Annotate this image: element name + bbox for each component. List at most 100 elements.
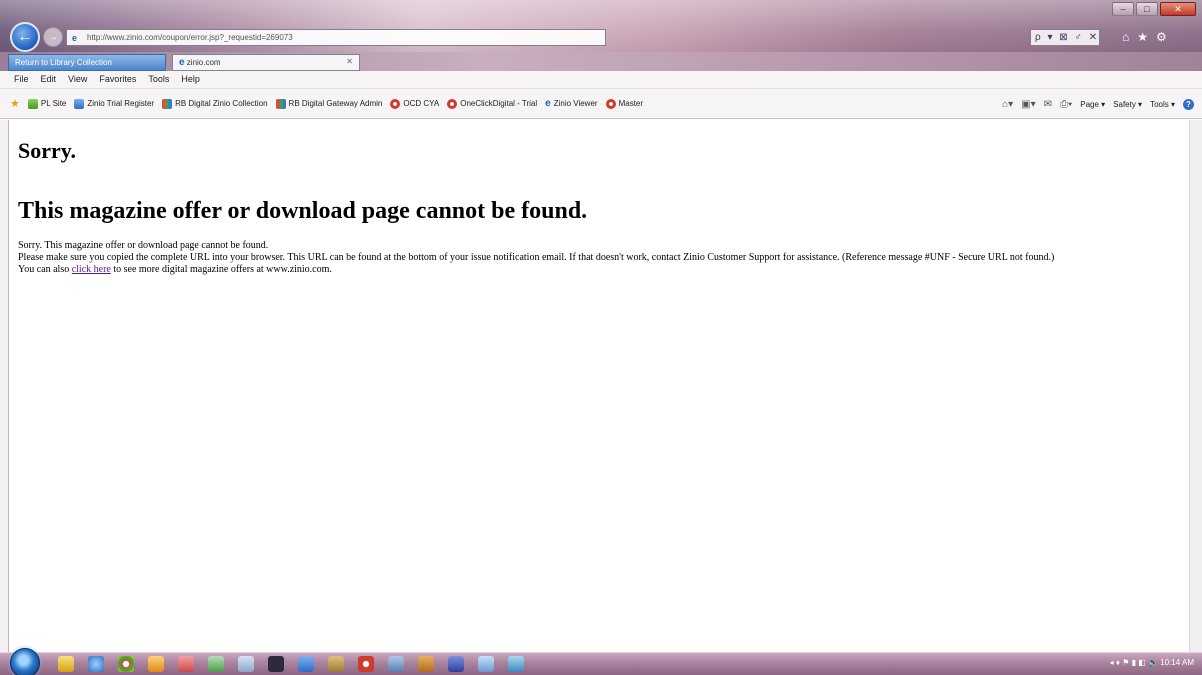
ie-icon: e: [72, 33, 78, 43]
feeds-icon[interactable]: ▣▾: [1021, 99, 1035, 110]
home-icon[interactable]: ⌂: [1122, 30, 1137, 44]
menu-view[interactable]: View: [62, 71, 93, 88]
favorite-zinio-viewer[interactable]: e Zinio Viewer: [541, 97, 601, 109]
address-bar-tools[interactable]: ρ ▾ ⊠ ♂ ✕: [1030, 29, 1100, 46]
favorites-star-button[interactable]: ★: [6, 97, 24, 110]
globe-icon[interactable]: [478, 656, 494, 672]
page-menu-button[interactable]: Page ▾: [1080, 100, 1105, 109]
maximize-button[interactable]: □: [1136, 2, 1158, 16]
tab-return-to-library[interactable]: Return to Library Collection: [8, 54, 166, 71]
gear-icon[interactable]: ⚙: [1156, 30, 1175, 44]
close-window-button[interactable]: ✕: [1160, 2, 1196, 16]
favorite-label: OCD CYA: [403, 99, 440, 108]
network-icon[interactable]: [388, 656, 404, 672]
home-star-gear-icons[interactable]: ⌂★⚙: [1122, 30, 1175, 44]
people-icon: [27, 98, 38, 109]
vertical-scrollbar[interactable]: [1189, 120, 1202, 652]
click-here-link[interactable]: click here: [72, 264, 111, 275]
minimize-button[interactable]: –: [1112, 2, 1134, 16]
start-button[interactable]: [10, 648, 40, 675]
tools-menu-button[interactable]: Tools ▾: [1150, 100, 1175, 109]
folder-icon[interactable]: [58, 656, 74, 672]
menu-file[interactable]: File: [8, 71, 35, 88]
message-line-1: Sorry. This magazine offer or download p…: [18, 240, 269, 251]
page-title: This magazine offer or download page can…: [18, 198, 588, 224]
word-icon[interactable]: [298, 656, 314, 672]
favorite-label: Zinio Viewer: [553, 99, 598, 108]
favorite-label: Master: [618, 99, 644, 108]
ie-icon: e: [545, 97, 551, 109]
favorite-label: RB Digital Gateway Admin: [288, 99, 383, 108]
rbdigital-icon: [275, 98, 286, 109]
explorer-icon[interactable]: [148, 656, 164, 672]
excel-icon[interactable]: [208, 656, 224, 672]
menu-edit[interactable]: Edit: [35, 71, 63, 88]
rbdigital-icon: [162, 98, 173, 109]
message-line-2: Please make sure you copied the complete…: [18, 252, 1055, 263]
chrome-icon[interactable]: [118, 656, 134, 672]
error-message: Sorry. This magazine offer or download p…: [18, 240, 1183, 276]
line3-suffix: to see more digital magazine offers at w…: [110, 264, 332, 275]
favorite-master[interactable]: Master: [602, 98, 647, 109]
back-button[interactable]: ←: [10, 22, 40, 52]
tab-label: Return to Library Collection: [15, 58, 112, 67]
help-icon[interactable]: ?: [1183, 98, 1194, 110]
safety-menu-button[interactable]: Safety ▾: [1113, 100, 1142, 109]
taskbar-icons: [58, 656, 524, 672]
star-icon: ★: [10, 97, 20, 110]
oneclick-icon: [390, 98, 401, 109]
forward-button[interactable]: →: [43, 27, 63, 47]
ie-icon: e: [179, 57, 185, 68]
address-bar[interactable]: e http://www.zinio.com/coupon/error.jsp?…: [66, 29, 606, 46]
favorite-oneclickdigital-trial[interactable]: OneClickDigital - Trial: [443, 98, 541, 109]
taskbar: ◂ ♦ ⚑ ▮ ◧ 🔈 10:14 AM: [0, 648, 1202, 675]
terminal-icon[interactable]: [268, 656, 284, 672]
message-line-3: You can also click here to see more digi…: [18, 264, 1183, 276]
close-tab-icon[interactable]: ✕: [346, 57, 353, 66]
favorite-ocd-cya[interactable]: OCD CYA: [386, 98, 443, 109]
clock[interactable]: 10:14 AM: [1160, 658, 1194, 667]
tab-zinio[interactable]: e zinio.com ✕: [172, 54, 360, 71]
outlook-icon[interactable]: [508, 656, 524, 672]
line3-prefix: You can also: [18, 264, 72, 275]
favorite-rb-digital-gateway-admin[interactable]: RB Digital Gateway Admin: [272, 98, 387, 109]
menu-favorites[interactable]: Favorites: [93, 71, 142, 88]
ie-taskbar-icon[interactable]: [88, 656, 104, 672]
menu-bar: File Edit View Favorites Tools Help: [0, 71, 1202, 89]
arrow-right-icon: →: [48, 31, 58, 43]
system-tray: ◂ ♦ ⚑ ▮ ◧ 🔈 10:14 AM: [1110, 658, 1194, 667]
page-icon: [74, 98, 85, 109]
tab-strip: Return to Library Collection e zinio.com…: [0, 52, 1202, 71]
favorite-label: Zinio Trial Register: [87, 99, 155, 108]
tab-label: zinio.com: [186, 58, 221, 67]
favorite-zinio-trial-register[interactable]: Zinio Trial Register: [70, 98, 158, 109]
favorite-rb-digital-zinio-collection[interactable]: RB Digital Zinio Collection: [158, 98, 271, 109]
window-left-edge: [0, 120, 8, 652]
favorites-bar: ★ PL Site Zinio Trial Register RB Digita…: [0, 89, 1202, 119]
window-app-icon[interactable]: [238, 656, 254, 672]
command-bar: ⌂▾ ▣▾ ✉ ⎙▾ Page ▾ Safety ▾ Tools ▾ ?: [1002, 89, 1194, 119]
favorites-star-icon[interactable]: ★: [1137, 30, 1156, 44]
print-icon[interactable]: ⎙▾: [1060, 99, 1072, 110]
cube-icon[interactable]: [448, 656, 464, 672]
favorite-label: PL Site: [40, 99, 67, 108]
oneclick-icon: [447, 98, 458, 109]
home-page-icon[interactable]: ⌂▾: [1002, 99, 1013, 110]
heading-sorry: Sorry.: [18, 138, 77, 163]
mail-icon[interactable]: ✉: [1044, 99, 1052, 110]
package-icon[interactable]: [418, 656, 434, 672]
page-content: Sorry. This magazine offer or download p…: [18, 136, 1183, 276]
menu-tools[interactable]: Tools: [142, 71, 175, 88]
app-icon[interactable]: [178, 656, 194, 672]
oneclick-taskbar-icon[interactable]: [358, 656, 374, 672]
tray-icons[interactable]: ◂ ♦ ⚑ ▮ ◧ 🔈: [1110, 658, 1161, 667]
favorite-label: RB Digital Zinio Collection: [175, 99, 268, 108]
arrow-left-icon: ←: [17, 28, 33, 45]
favorite-pl-site[interactable]: PL Site: [24, 98, 71, 109]
oneclick-icon: [605, 98, 616, 109]
menu-help[interactable]: Help: [175, 71, 206, 88]
window-controls: – □ ✕: [1112, 2, 1196, 16]
address-url: http://www.zinio.com/coupon/error.jsp?_r…: [87, 33, 293, 42]
favorite-label: OneClickDigital - Trial: [460, 99, 538, 108]
tool-icon[interactable]: [328, 656, 344, 672]
